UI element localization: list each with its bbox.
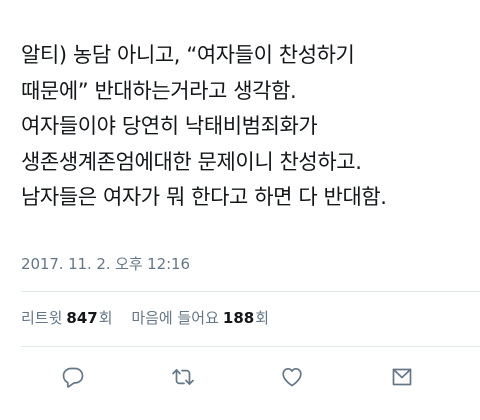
retweet-count-link[interactable]: 리트윗 847회 (21, 308, 113, 328)
retweet-count: 847 (66, 309, 98, 327)
reply-icon (62, 367, 84, 388)
tweet-timestamp: 2017. 11. 2. 오후 12:16 (21, 255, 190, 273)
divider (21, 291, 480, 292)
divider (21, 346, 480, 347)
like-count-link[interactable]: 마음에 들어요 188회 (131, 308, 269, 328)
tweet-text-line: 알티) 농담 아니고, “여자들이 찬성하기 (21, 43, 355, 67)
tweet-stats: 리트윗 847회 마음에 들어요 188회 (21, 308, 269, 328)
share-icon (392, 368, 412, 386)
like-stat-label: 마음에 들어요 (131, 309, 219, 327)
tweet-text-line: 때문에” 반대하는거라고 생각함. (21, 78, 297, 103)
share-button[interactable] (387, 362, 417, 392)
tweet-text-line: 여자들이야 당연히 낙태비범죄화가 (21, 114, 318, 138)
heart-icon (282, 367, 302, 387)
like-count-unit: 회 (255, 309, 270, 327)
like-count: 188 (222, 309, 255, 327)
tweet-text-line: 남자들은 여자가 뭐 한다고 하면 다 반대함. (21, 185, 387, 209)
tweet-detail: 알티) 농담 아니고, “여자들이 찬성하기 때문에” 반대하는거라고 생각함.… (0, 0, 480, 420)
retweet-button[interactable] (168, 362, 198, 392)
like-button[interactable] (277, 362, 307, 392)
tweet-text: 알티) 농담 아니고, “여자들이 찬성하기 때문에” 반대하는거라고 생각함.… (21, 38, 471, 216)
retweet-count-unit: 회 (98, 309, 113, 327)
reply-button[interactable] (58, 362, 88, 392)
tweet-actions (0, 362, 480, 392)
tweet-text-line: 생존생계존엄에대한 문제이니 찬성하고. (21, 149, 362, 174)
retweet-icon (172, 369, 194, 385)
retweet-stat-label: 리트윗 (21, 309, 63, 327)
